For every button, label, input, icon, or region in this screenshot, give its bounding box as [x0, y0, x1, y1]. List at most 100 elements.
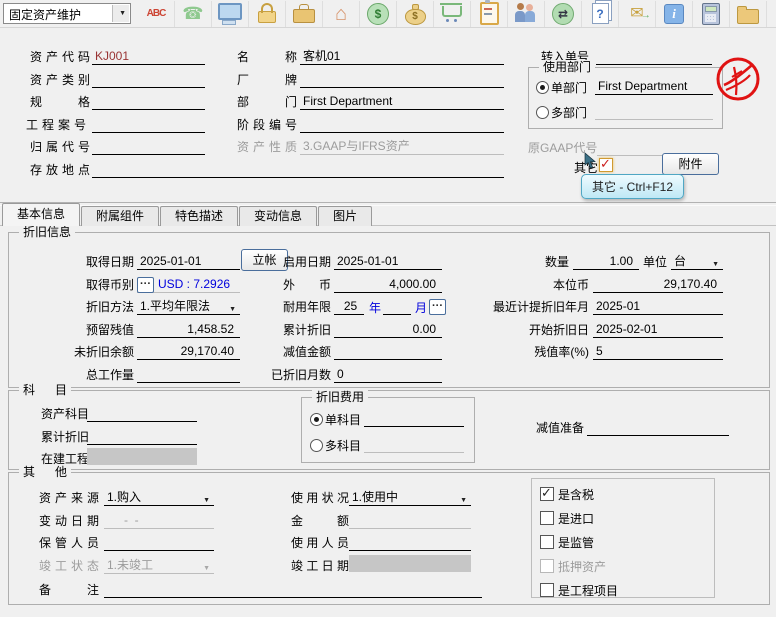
asset-class-field[interactable]: [92, 71, 205, 88]
asset-nature-field: 3.GAAP与IFRS资产: [300, 138, 504, 155]
custodian-label: 保管人员: [39, 534, 99, 549]
belong-code-label: 归属代号: [30, 138, 90, 153]
briefcase-icon[interactable]: [286, 1, 323, 27]
single-account-radio[interactable]: [310, 413, 323, 426]
help-doc-icon[interactable]: ?: [582, 1, 619, 27]
people-icon[interactable]: [508, 1, 545, 27]
accum-account-label: 累计折旧: [41, 428, 89, 445]
spec-label: 规格: [30, 93, 90, 108]
useful-life-label: 耐用年限: [219, 298, 331, 315]
depreciation-title: 折旧信息: [19, 225, 75, 239]
transfer-icon[interactable]: ⇄: [545, 1, 582, 27]
unit-label: 单位: [643, 253, 667, 270]
dep-start-field[interactable]: 2025-02-01: [593, 321, 723, 338]
cart-icon[interactable]: [434, 1, 471, 27]
location-field[interactable]: [92, 161, 504, 178]
brand-label: 厂牌: [237, 71, 297, 86]
asset-account-field[interactable]: [87, 405, 197, 422]
impairment-provision-label: 减值准备: [536, 419, 584, 436]
computer-icon[interactable]: [212, 1, 249, 27]
acquire-date-label: 取得日期: [37, 253, 134, 270]
residual-rate-label: 残值率(%): [429, 343, 589, 360]
info-icon[interactable]: i: [656, 1, 693, 27]
asset-source-label: 资产来源: [39, 489, 99, 504]
base-currency-field[interactable]: 29,170.40: [593, 276, 723, 293]
module-select[interactable]: 固定资产维护 ▼: [3, 3, 131, 24]
accum-account-field[interactable]: [87, 428, 197, 445]
stage-no-field[interactable]: [300, 116, 504, 133]
asset-code-field[interactable]: KJ001: [92, 48, 205, 65]
enable-date-field[interactable]: 2025-01-01: [334, 253, 442, 270]
residual-rate-field[interactable]: 5: [593, 343, 723, 360]
currency-label: 取得币别: [37, 276, 134, 293]
unit-select[interactable]: 台▼: [671, 253, 723, 270]
mail-send-icon[interactable]: ✉→: [619, 1, 656, 27]
qty-label: 数量: [533, 253, 569, 270]
life-years-field[interactable]: 25: [334, 298, 364, 315]
calculator-icon[interactable]: [693, 1, 730, 27]
workload-label: 总工作量: [37, 366, 134, 383]
dep-method-label: 折旧方法: [37, 298, 134, 315]
lock-icon[interactable]: [249, 1, 286, 27]
user-field[interactable]: [349, 534, 471, 551]
impairment-label: 减值金额: [219, 343, 331, 360]
department-field[interactable]: First Department: [300, 93, 504, 110]
usage-status-select[interactable]: 1.使用中▼: [349, 489, 471, 506]
base-currency-label: 本位币: [429, 276, 589, 293]
foreign-currency-field[interactable]: 4,000.00: [334, 276, 442, 293]
project-item-checkbox[interactable]: [540, 583, 554, 597]
accum-dep-field[interactable]: 0.00: [334, 321, 442, 338]
impairment-provision-field[interactable]: [587, 419, 729, 436]
module-select-arrow-button[interactable]: ▼: [112, 5, 129, 22]
tab-basic-info[interactable]: 基本信息: [2, 203, 80, 226]
multi-department-radio[interactable]: [536, 106, 549, 119]
single-account-field[interactable]: [364, 410, 464, 427]
single-account-label: 单科目: [325, 411, 361, 428]
asset-source-select[interactable]: 1.购入▼: [104, 489, 214, 506]
money-bag-icon[interactable]: $: [397, 1, 434, 27]
chevron-down-icon: ▼: [203, 493, 210, 509]
taxed-checkbox[interactable]: [540, 487, 554, 501]
multi-account-field: [364, 436, 464, 453]
tab-changes[interactable]: 变动信息: [239, 206, 317, 226]
recent-dep-field[interactable]: 2025-01: [593, 298, 723, 315]
home-icon[interactable]: ⌂: [323, 1, 360, 27]
belong-code-field[interactable]: [92, 138, 205, 155]
location-label: 存放地点: [30, 161, 90, 176]
clipboard-icon[interactable]: [471, 1, 508, 27]
phone-icon[interactable]: ☎: [175, 1, 212, 27]
custodian-field[interactable]: [104, 534, 214, 551]
spec-field[interactable]: [92, 93, 205, 110]
multi-account-radio[interactable]: [310, 439, 323, 452]
currency-browse-button[interactable]: ···: [137, 277, 154, 293]
tab-features[interactable]: 特色描述: [160, 206, 238, 226]
attachment-button[interactable]: 附件: [662, 153, 719, 175]
amount-field: [349, 512, 471, 529]
project-no-field[interactable]: [92, 116, 205, 133]
imported-checkbox[interactable]: [540, 511, 554, 525]
red-stamp-icon: [714, 55, 762, 103]
chevron-down-icon: ▼: [203, 561, 210, 577]
cip-field: [87, 448, 197, 465]
depreciated-months-field[interactable]: 0: [334, 366, 442, 383]
life-months-field[interactable]: [383, 298, 411, 315]
tab-attachments[interactable]: 附属组件: [81, 206, 159, 226]
single-department-radio[interactable]: [536, 81, 549, 94]
remark-field[interactable]: [104, 581, 482, 598]
folder-icon[interactable]: [730, 1, 767, 27]
other-checkbox[interactable]: [599, 158, 613, 172]
single-department-label: 单部门: [551, 79, 587, 96]
dep-expense-title: 折旧费用: [312, 390, 368, 404]
supervised-checkbox[interactable]: [540, 535, 554, 549]
transfer-no-field[interactable]: [596, 48, 712, 65]
single-department-field[interactable]: First Department: [595, 78, 713, 95]
tab-picture[interactable]: 图片: [318, 206, 372, 226]
translate-icon[interactable]: ABC: [138, 1, 175, 27]
dollar-coin-icon[interactable]: $: [360, 1, 397, 27]
dep-start-label: 开始折旧日: [429, 321, 589, 338]
name-field[interactable]: 客机01: [300, 48, 504, 65]
qty-field[interactable]: 1.00: [573, 253, 639, 270]
account-group: 科目 资产科目 累计折旧 在建工程 折旧费用 单科目 多科目 减值准备: [8, 390, 770, 470]
impairment-field[interactable]: [334, 343, 442, 360]
brand-field[interactable]: [300, 71, 504, 88]
